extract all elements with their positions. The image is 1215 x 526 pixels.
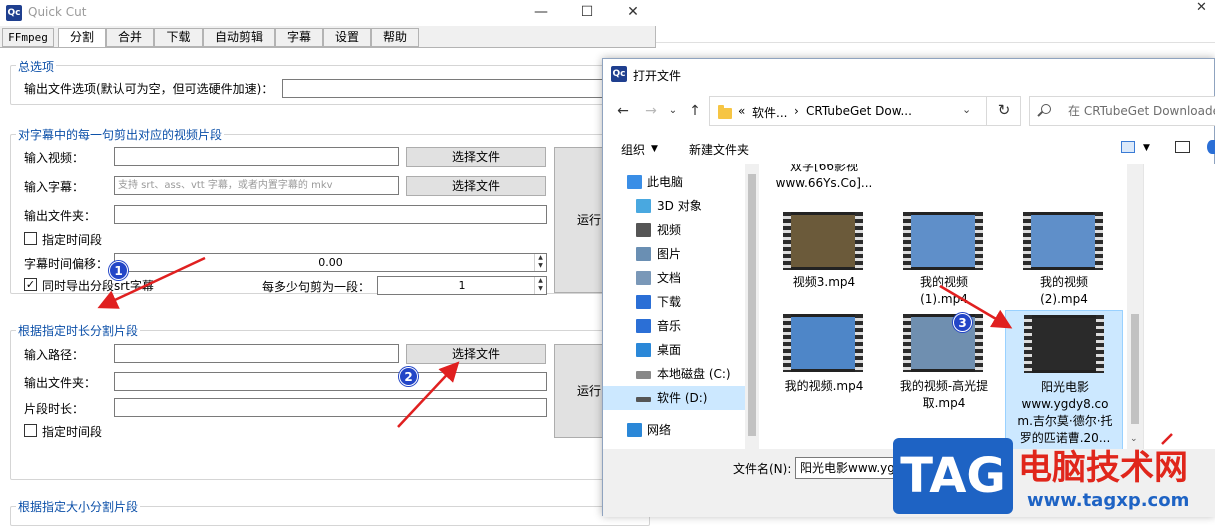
step-marker-3: 3	[953, 313, 972, 332]
annotation-arrow-partial	[1161, 433, 1173, 445]
annotation-overlay	[97, 256, 1173, 445]
step-marker-1: 1	[109, 261, 128, 280]
step-marker-2: 2	[399, 367, 418, 386]
annotation-arrow-3	[939, 284, 1013, 329]
